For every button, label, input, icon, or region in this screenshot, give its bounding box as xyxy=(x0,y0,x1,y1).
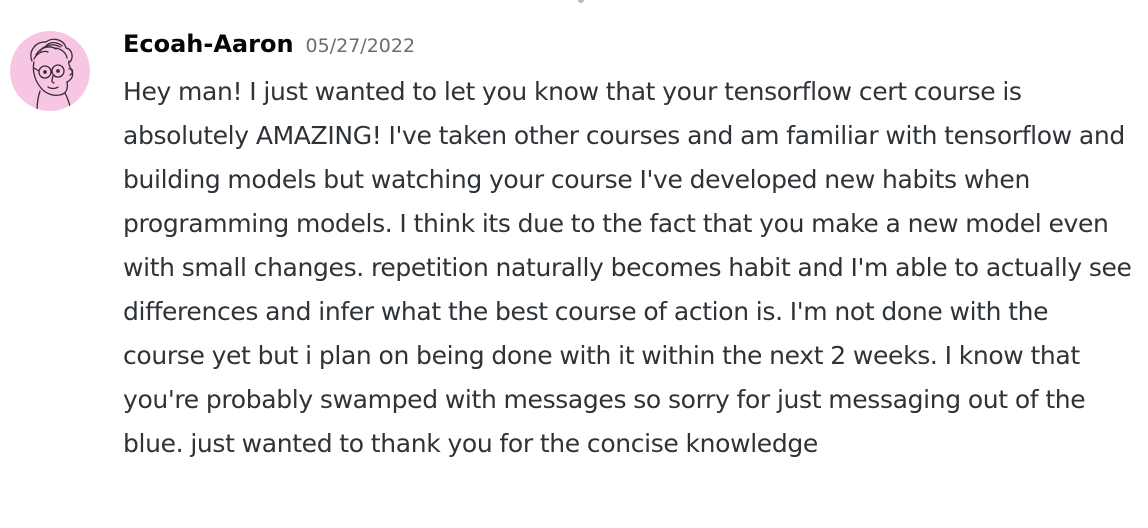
message-header: Ecoah-Aaron 05/27/2022 xyxy=(123,30,415,70)
doodle-face-avatar-icon xyxy=(30,38,74,111)
message-text: Hey man! I just wanted to let you know t… xyxy=(123,77,1132,458)
avatar[interactable] xyxy=(10,31,90,111)
timestamp: 05/27/2022 xyxy=(305,35,416,57)
username[interactable]: Ecoah-Aaron xyxy=(123,30,294,58)
chat-message: Ecoah-Aaron 05/27/2022 Hey man! I just wa… xyxy=(0,0,1148,528)
